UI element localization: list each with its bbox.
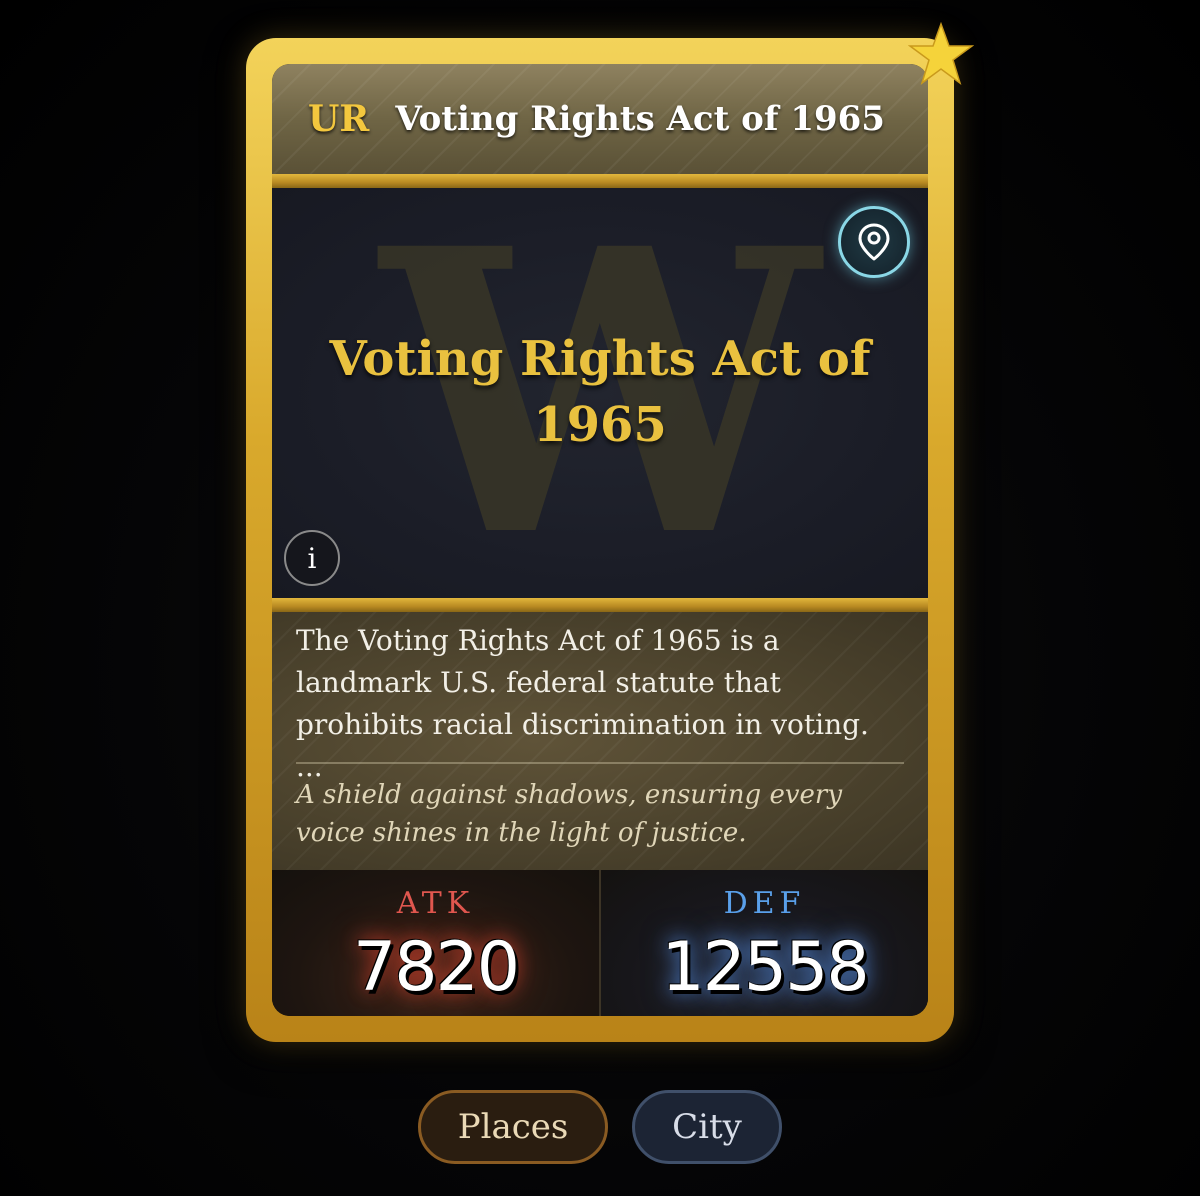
location-button[interactable] bbox=[838, 206, 910, 278]
atk-label: ATK bbox=[396, 886, 475, 921]
atk-value: 7820 bbox=[352, 928, 520, 1007]
rarity-badge: UR bbox=[308, 98, 370, 140]
flavor-text: A shield against shadows, ensuring every… bbox=[296, 780, 843, 848]
card[interactable]: UR Voting Rights Act of 1965 W Voting Ri… bbox=[246, 38, 954, 1042]
def-label: DEF bbox=[723, 886, 806, 921]
atk-stat: ATK 7820 bbox=[272, 870, 601, 1016]
info-button[interactable]: i bbox=[284, 530, 340, 586]
tag-city[interactable]: City bbox=[632, 1090, 782, 1164]
art-divider bbox=[272, 598, 928, 612]
stats-bar: ATK 7820 DEF 12558 bbox=[272, 870, 928, 1016]
card-art: W Voting Rights Act of 1965 i bbox=[272, 188, 928, 598]
tag-places[interactable]: Places bbox=[418, 1090, 608, 1164]
card-title: Voting Rights Act of 1965 bbox=[395, 99, 885, 139]
tag-list: Places City bbox=[0, 1090, 1200, 1164]
card-inner: UR Voting Rights Act of 1965 W Voting Ri… bbox=[272, 64, 928, 1016]
description-divider bbox=[296, 762, 904, 764]
map-pin-icon bbox=[858, 223, 890, 261]
info-icon: i bbox=[307, 541, 317, 575]
def-value: 12558 bbox=[661, 928, 869, 1007]
header-divider bbox=[272, 174, 928, 188]
game-screen: UR Voting Rights Act of 1965 W Voting Ri… bbox=[0, 0, 1200, 1196]
def-stat: DEF 12558 bbox=[601, 870, 928, 1016]
art-title: Voting Rights Act of 1965 bbox=[329, 331, 871, 453]
description-panel: The Voting Rights Act of 1965 is a landm… bbox=[272, 612, 928, 870]
card-header: UR Voting Rights Act of 1965 bbox=[272, 64, 928, 174]
star-icon bbox=[908, 22, 974, 85]
